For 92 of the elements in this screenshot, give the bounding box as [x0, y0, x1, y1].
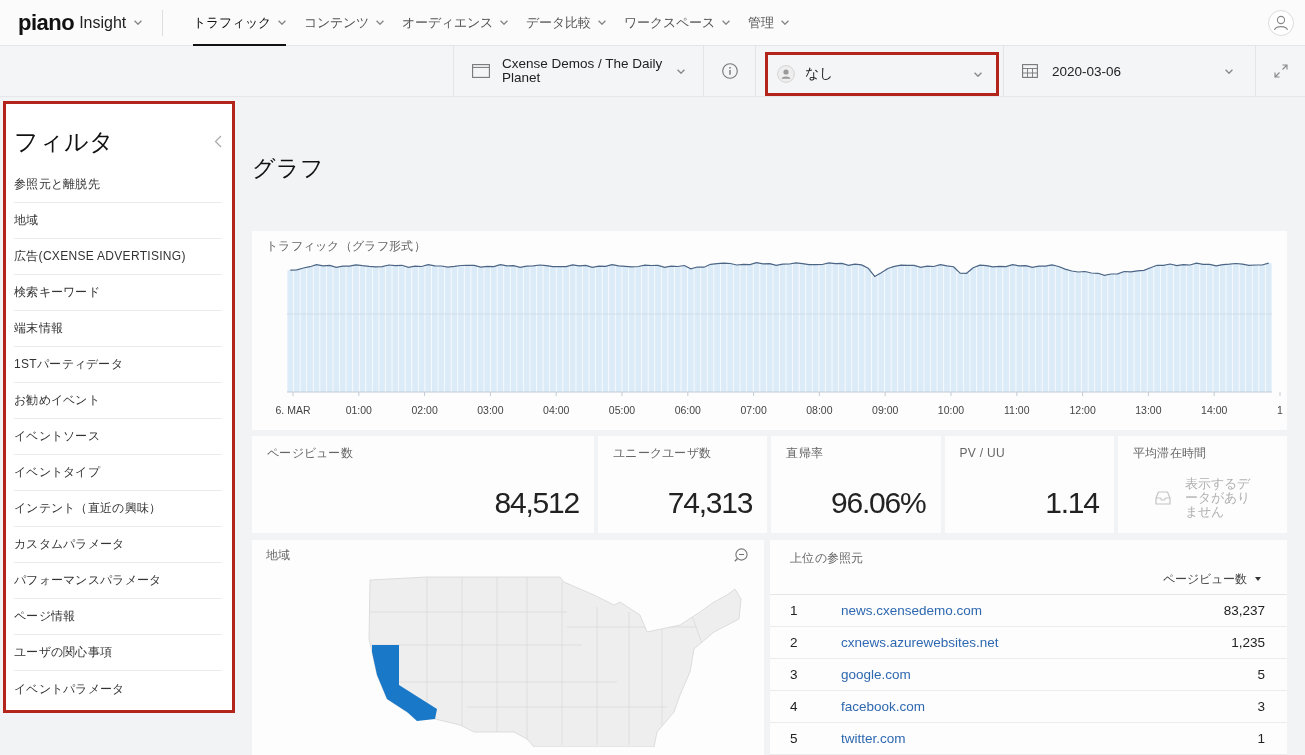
rank-cell-text: 5: [790, 731, 799, 746]
info-icon[interactable]: [721, 63, 738, 79]
user-icon[interactable]: [1268, 9, 1294, 36]
chevron-left-icon[interactable]: [214, 135, 222, 148]
metric-label: 平均滞在時間: [1132, 446, 1207, 460]
filter-item[interactable]: イベントパラメータ: [14, 671, 222, 707]
sort-caret-icon: [1255, 577, 1261, 581]
axis-label: 04:00: [543, 404, 570, 416]
pageviews-cell: 1: [1257, 731, 1265, 746]
metric-value: 74,313: [667, 486, 753, 520]
rank-cell-text: 1: [790, 603, 799, 618]
metric-label: PV / UU: [959, 446, 1005, 460]
axis-label: 02:00: [411, 404, 438, 416]
filter-title: フィルタ: [14, 126, 114, 157]
caret-icon: [722, 20, 731, 25]
segment-selector[interactable]: なし: [765, 52, 999, 96]
referrers-title: 上位の参照元: [790, 551, 864, 565]
axis-label: 05:00: [608, 404, 636, 416]
metric-value: 84,512: [494, 486, 579, 520]
axis-label: 10:00: [937, 404, 965, 416]
axis-label: 08:00: [806, 404, 833, 416]
axis-label: 13:00: [1135, 404, 1162, 416]
metric-value: 96.06%: [830, 486, 926, 520]
filter-item[interactable]: イベントソース: [14, 419, 222, 455]
caret-icon: [376, 20, 385, 25]
nav-tab[interactable]: オーディエンス: [402, 0, 509, 46]
referrer-link[interactable]: twitter.com: [841, 731, 906, 746]
axis-label: 06:00: [674, 404, 701, 416]
piano-logo: piano: [18, 9, 75, 36]
filter-item[interactable]: 広告(CXENSE ADVERTISING): [14, 239, 222, 275]
nav-tab[interactable]: ワークスペース: [624, 0, 731, 46]
caret-icon: [781, 20, 790, 25]
referrer-link[interactable]: google.com: [841, 667, 911, 682]
page-title: グラフ: [252, 154, 325, 183]
metric-label: ページビュー数: [267, 446, 354, 460]
filter-item[interactable]: 参照元と離脱先: [14, 167, 222, 203]
product-menu[interactable]: Insight: [79, 13, 143, 32]
filter-item[interactable]: カスタムパラメータ: [14, 527, 222, 563]
axis-label: 12:00: [1069, 404, 1096, 416]
metric-label: ユニークユーザ数: [613, 446, 712, 460]
expand-icon[interactable]: [1273, 64, 1288, 78]
map-title: 地域: [266, 548, 291, 562]
pageviews-cell: 5: [1257, 667, 1265, 682]
calendar-icon: [1022, 64, 1038, 78]
filter-item[interactable]: パフォーマンスパラメータ: [14, 563, 222, 599]
caret-icon: [677, 68, 685, 74]
caret-icon: [1225, 68, 1233, 74]
nav-tab[interactable]: コンテンツ: [304, 0, 385, 46]
site-selector[interactable]: Cxense Demos / The Daily Planet: [453, 46, 703, 96]
caret-icon: [278, 20, 287, 25]
referrer-link[interactable]: cxnews.azurewebsites.net: [841, 635, 999, 650]
inbox-icon: [1154, 491, 1171, 505]
window-icon: [472, 64, 490, 78]
filter-item[interactable]: 検索キーワード: [14, 275, 222, 311]
sort-header[interactable]: ページビュー数: [1163, 567, 1261, 591]
nav-tab[interactable]: 管理: [748, 0, 790, 46]
filter-item[interactable]: お勧めイベント: [14, 383, 222, 419]
filter-item[interactable]: 地域: [14, 203, 222, 239]
pageviews-cell: 1,235: [1231, 635, 1265, 650]
metric-label: 直帰率: [786, 446, 824, 460]
caret-icon: [500, 20, 509, 25]
axis-label: 01:00: [345, 404, 372, 416]
chart-title: トラフィック（グラフ形式）: [266, 239, 426, 253]
axis-label: 07:00: [740, 404, 767, 416]
filter-item[interactable]: ページ情報: [14, 599, 222, 635]
axis-label: 1: [1277, 404, 1283, 416]
filter-item[interactable]: ユーザの関心事項: [14, 635, 222, 671]
metric-value: 1.14: [1045, 486, 1099, 520]
filter-item[interactable]: インテント（直近の興味）: [14, 491, 222, 527]
axis-label: 03:00: [477, 404, 504, 416]
caret-icon: [134, 20, 143, 25]
rank-cell-text: 3: [790, 667, 799, 682]
pageviews-cell: 83,237: [1223, 603, 1265, 618]
referrer-link[interactable]: news.cxensedemo.com: [841, 603, 983, 618]
rank-cell-text: 2: [790, 635, 799, 650]
axis-label: 11:00: [1004, 404, 1030, 416]
nav-tab[interactable]: データ比較: [526, 0, 607, 46]
zoom-out-icon[interactable]: [734, 548, 748, 562]
rank-cell-text: 4: [790, 699, 799, 714]
caret-icon: [598, 20, 607, 25]
referrer-link[interactable]: facebook.com: [841, 699, 926, 714]
date-selector[interactable]: 2020-03-06: [1003, 46, 1255, 96]
axis-label: 09:00: [872, 404, 899, 416]
filter-item[interactable]: 端末情報: [14, 311, 222, 347]
empty-message: 表示するデータがありません: [1184, 477, 1250, 519]
filter-item[interactable]: 1STパーティデータ: [14, 347, 222, 383]
axis-label: 6. MAR: [275, 404, 311, 416]
axis-label: 14:00: [1201, 404, 1228, 416]
caret-icon: [974, 71, 982, 77]
pageviews-cell: 3: [1257, 699, 1265, 714]
user-circle-icon: [777, 65, 795, 83]
filter-item[interactable]: イベントタイプ: [14, 455, 222, 491]
